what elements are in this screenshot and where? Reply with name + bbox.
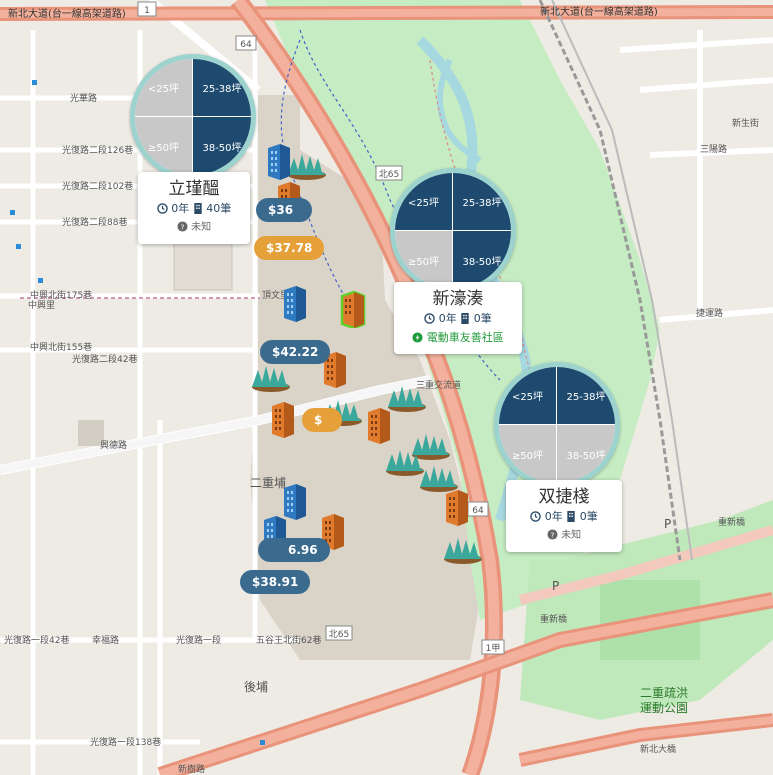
building-icon: [566, 510, 576, 528]
clock-icon: [424, 312, 436, 330]
community-card-xinhao[interactable]: 新濠湊 0年 0筆 電動車友善社區: [394, 282, 522, 354]
svg-text:光復路一段138巷: 光復路一段138巷: [90, 736, 161, 748]
svg-text:光復路二段126巷: 光復路二段126巷: [62, 144, 133, 156]
price-badge[interactable]: $42.22: [260, 340, 331, 364]
community-name: 新濠湊: [432, 289, 484, 309]
size-pie-shuangjie[interactable]: <25坪 25-38坪 ≥50坪 38-50坪: [494, 362, 620, 488]
svg-text:?: ?: [180, 222, 184, 231]
svg-text:64: 64: [472, 506, 484, 516]
svg-text:後埔: 後埔: [244, 680, 268, 694]
building-icon: [460, 312, 470, 330]
transaction-count: 0筆: [473, 312, 492, 325]
svg-text:重新橋: 重新橋: [718, 516, 745, 528]
community-age: 0年: [171, 202, 190, 215]
pie-quadrant-25-38: 25-38坪: [453, 173, 511, 231]
community-card-shuangjie[interactable]: 双捷棧 0年 0筆 ? 未知: [506, 480, 622, 552]
community-meta: 0年 0筆: [404, 310, 512, 330]
svg-text:運動公園: 運動公園: [640, 701, 688, 715]
pie-quadrant-25-38: 25-38坪: [557, 367, 615, 425]
transaction-count: 40筆: [206, 202, 232, 215]
svg-text:中興北街175巷: 中興北街175巷: [30, 289, 92, 301]
svg-text:重新橋: 重新橋: [540, 613, 567, 625]
pie-quadrant-38-50: 38-50坪: [557, 425, 615, 483]
svg-text:光復路二段42巷: 光復路二段42巷: [72, 353, 137, 365]
pie-quadrant-lt25: <25坪: [499, 367, 557, 425]
community-marker-grass[interactable]: [442, 534, 484, 564]
map-canvas[interactable]: 1 64 北65 64 北65 1甲 新北大道(台一線高架道路) 新北大道(台一…: [0, 0, 773, 775]
size-pie-liqin[interactable]: <25坪 25-38坪 ≥50坪 38-50坪: [130, 54, 256, 180]
size-pie-xinhao[interactable]: <25坪 25-38坪 ≥50坪 38-50坪: [390, 168, 516, 294]
clock-icon: [530, 510, 542, 528]
svg-text:64: 64: [240, 40, 252, 50]
pie-quadrant-25-38: 25-38坪: [193, 59, 251, 117]
svg-text:新北大橋: 新北大橋: [640, 743, 676, 755]
svg-text:1甲: 1甲: [486, 643, 501, 654]
svg-text:光復路一段: 光復路一段: [176, 634, 221, 646]
price-badge[interactable]: $: [302, 408, 342, 432]
building-marker-blue[interactable]: [266, 142, 292, 180]
svg-text:中興里: 中興里: [28, 299, 55, 311]
community-meta: 0年 0筆: [516, 508, 612, 528]
svg-text:三陽路: 三陽路: [700, 143, 727, 155]
svg-text:中興北街155巷: 中興北街155巷: [30, 341, 92, 353]
community-card-liqin[interactable]: 立瑾醞 0年 40筆 ? 未知: [138, 172, 250, 244]
svg-text:P: P: [664, 517, 671, 531]
community-marker-grass[interactable]: [286, 150, 328, 180]
price-badge[interactable]: 6.96: [258, 538, 330, 562]
svg-text:光復路二段88巷: 光復路二段88巷: [62, 216, 127, 228]
building-marker-selected[interactable]: [340, 290, 366, 328]
svg-text:北65: 北65: [329, 629, 349, 640]
pie-quadrant-38-50: 38-50坪: [193, 117, 251, 175]
svg-text:光復路一段42巷: 光復路一段42巷: [4, 634, 69, 646]
svg-text:新生街: 新生街: [732, 117, 759, 129]
svg-text:五谷王北街62巷: 五谷王北街62巷: [256, 634, 321, 646]
building-marker-orange[interactable]: [270, 400, 296, 438]
community-status: ? 未知: [148, 220, 240, 238]
route-1-shield: 1: [144, 6, 150, 16]
pie-quadrant-lt25: <25坪: [395, 173, 453, 231]
community-age: 0年: [438, 312, 457, 325]
building-icon: [193, 202, 203, 220]
community-age: 0年: [544, 510, 563, 523]
transaction-count: 0筆: [579, 510, 598, 523]
pie-quadrant-lt25: <25坪: [135, 59, 193, 117]
community-meta: 0年 40筆: [148, 200, 240, 220]
svg-text:新北大道(台一線高架道路): 新北大道(台一線高架道路): [540, 5, 658, 18]
price-badge[interactable]: $36: [256, 198, 312, 222]
community-marker-grass[interactable]: [250, 362, 292, 392]
question-icon: ?: [177, 221, 188, 238]
pie-quadrant-gte50: ≥50坪: [499, 425, 557, 483]
clock-icon: [156, 202, 168, 220]
svg-text:光華路: 光華路: [70, 92, 97, 104]
svg-text:二重疏洪: 二重疏洪: [640, 685, 688, 700]
svg-text:捷運路: 捷運路: [696, 307, 723, 319]
svg-text:P: P: [552, 579, 559, 593]
building-marker-blue[interactable]: [282, 284, 308, 322]
price-badge[interactable]: $37.78: [254, 236, 325, 260]
svg-text:新北大道(台一線高架道路): 新北大道(台一線高架道路): [8, 7, 126, 20]
pie-quadrant-gte50: ≥50坪: [135, 117, 193, 175]
community-status: 電動車友善社區: [404, 330, 512, 348]
community-status: ? 未知: [516, 528, 612, 546]
svg-text:二重埔: 二重埔: [250, 476, 286, 490]
pie-quadrant-gte50: ≥50坪: [395, 231, 453, 289]
question-icon: ?: [547, 529, 558, 546]
svg-text:幸福路: 幸福路: [92, 634, 119, 646]
building-marker-orange[interactable]: [444, 488, 470, 526]
community-name: 双捷棧: [538, 487, 590, 507]
building-marker-orange[interactable]: [366, 406, 392, 444]
community-marker-grass[interactable]: [386, 382, 428, 412]
svg-text:新樹路: 新樹路: [178, 763, 205, 775]
price-badge[interactable]: $38.91: [240, 570, 311, 594]
pie-quadrant-38-50: 38-50坪: [453, 231, 511, 289]
svg-text:光復路二段102巷: 光復路二段102巷: [62, 180, 133, 192]
svg-text:興德路: 興德路: [100, 439, 127, 451]
svg-text:?: ?: [550, 530, 554, 539]
community-name: 立瑾醞: [168, 179, 220, 199]
bolt-icon: [412, 332, 423, 348]
